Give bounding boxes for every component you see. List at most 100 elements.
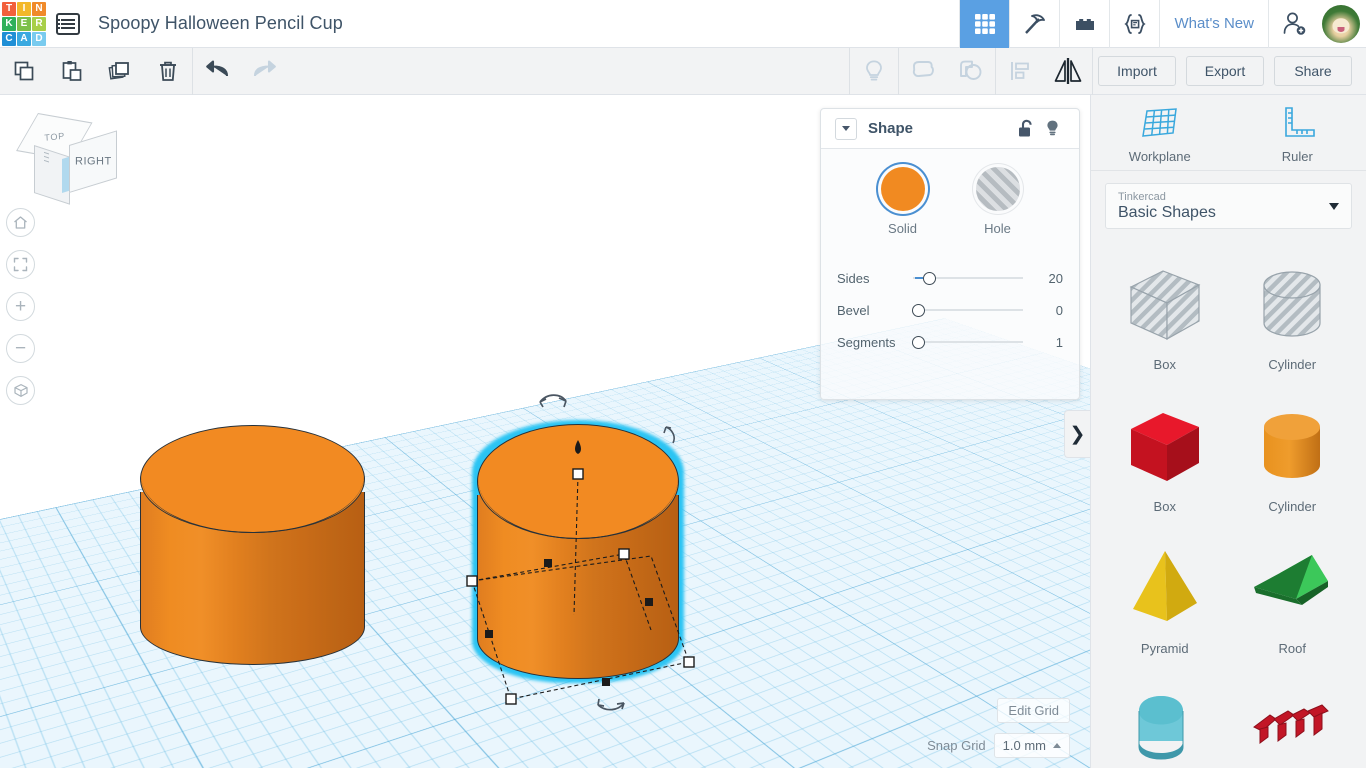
fit-to-view-button[interactable] (6, 250, 35, 279)
shape-label: Cylinder (1268, 499, 1317, 514)
shape-panel-title: Shape (868, 120, 914, 137)
shape-cylinder-orange[interactable]: Cylinder (1229, 391, 1357, 529)
cylinder-top-face (140, 425, 365, 533)
cylinder-selected[interactable] (472, 420, 684, 683)
shape-library-select[interactable]: Tinkercad Basic Shapes (1105, 183, 1352, 229)
list-menu-icon (56, 12, 80, 35)
shape-label: Pyramid (1140, 641, 1189, 656)
fit-view-icon (13, 257, 28, 272)
sidebar-divider (1091, 170, 1366, 171)
bevel-slider[interactable]: Bevel 0 (837, 294, 1063, 326)
mirror-button[interactable] (1044, 48, 1092, 95)
segments-track[interactable] (912, 334, 1029, 350)
paste-button[interactable] (48, 48, 96, 95)
shape-dome[interactable] (1101, 675, 1229, 768)
segments-label: Segments (837, 334, 896, 350)
home-view-button[interactable] (6, 208, 35, 237)
shape-pyramid[interactable]: Pyramid (1101, 533, 1229, 671)
undo-button[interactable] (193, 48, 241, 95)
design-tool-button[interactable] (959, 0, 1010, 48)
shape-text[interactable] (1229, 675, 1357, 768)
sides-track[interactable] (913, 270, 1029, 286)
home-icon (14, 216, 27, 229)
solid-swatch[interactable]: Solid (880, 167, 925, 236)
sides-slider[interactable]: Sides 20 (837, 262, 1063, 294)
copy-button[interactable] (0, 48, 48, 95)
logo-tile-e: E (17, 16, 31, 31)
import-button[interactable]: Import (1098, 56, 1176, 86)
lightbulb-icon (1046, 120, 1058, 136)
design-grid-icon (974, 13, 995, 34)
text-shape-icon (1253, 704, 1330, 744)
logo-tile-n: N (32, 1, 46, 16)
perspective-toggle-button[interactable] (6, 376, 35, 405)
align-icon (1011, 62, 1029, 80)
redo-button (241, 48, 289, 95)
bricks-tool-button[interactable] (1059, 0, 1109, 48)
logo-tile-c: C (2, 31, 16, 46)
shape-light-button[interactable] (1039, 116, 1065, 142)
invite-people-button[interactable] (1268, 0, 1318, 48)
zoom-out-button[interactable]: − (6, 334, 35, 363)
cylinder-unselected[interactable] (140, 425, 365, 665)
whats-new-link[interactable]: What's New (1159, 0, 1268, 48)
shape-box-hole[interactable]: Box (1101, 249, 1229, 387)
ruler-label: Ruler (1281, 149, 1313, 164)
ungroup-button (947, 48, 995, 95)
zoom-in-button[interactable]: + (6, 292, 35, 321)
logo-tile-r: R (32, 16, 46, 31)
box-solid-icon (1130, 413, 1199, 481)
sides-knob[interactable] (923, 271, 936, 285)
bevel-knob[interactable] (912, 303, 925, 317)
undo-icon (206, 60, 229, 77)
workplane-tool[interactable]: Workplane (1091, 105, 1229, 170)
redo-icon (253, 60, 276, 77)
sidebar-tools: Workplane Ruler (1091, 95, 1366, 170)
snap-grid-label: Snap Grid (927, 738, 986, 753)
hole-label: Hole (984, 221, 1011, 236)
shape-panel-collapse-button[interactable] (835, 117, 857, 140)
snap-grid-select[interactable]: 1.0 mm (993, 733, 1070, 758)
view-cube[interactable]: TOP RIGHT (16, 113, 117, 205)
bevel-value: 0 (1055, 302, 1063, 318)
lightbulb-icon (866, 60, 882, 81)
chevron-down-icon (1329, 202, 1339, 210)
ruler-tool[interactable]: Ruler (1229, 105, 1366, 170)
snap-grid-control: Snap Grid 1.0 mm (927, 733, 1070, 758)
copy-icon (14, 61, 34, 81)
logo-tile-k: K (2, 16, 16, 31)
edit-grid-button[interactable]: Edit Grid (997, 698, 1070, 723)
shape-roof[interactable]: Roof (1229, 533, 1357, 671)
shape-panel-body: Solid Hole Sides 20 Bevel 0 Segments 1 (821, 149, 1079, 358)
segments-knob[interactable] (912, 335, 925, 349)
shape-label: Cylinder (1268, 357, 1317, 372)
export-button[interactable]: Export (1186, 56, 1264, 86)
ungroup-icon (960, 60, 982, 80)
pickaxe-icon (1025, 13, 1045, 34)
logo-tile-i: I (17, 1, 31, 16)
shape-box-red[interactable]: Box (1101, 391, 1229, 529)
codeblocks-tool-button[interactable] (1109, 0, 1159, 48)
group-button (899, 48, 947, 95)
share-button[interactable]: Share (1274, 56, 1352, 86)
codeblocks-icon (1124, 13, 1146, 34)
tinkercad-logo[interactable]: T I N K E R C A D (0, 0, 46, 48)
project-menu-button[interactable] (46, 0, 90, 48)
top-header-bar: T I N K E R C A D Spoopy Halloween Penci… (0, 0, 1366, 48)
delete-button[interactable] (144, 48, 192, 95)
box-hole-icon (1129, 270, 1201, 341)
ruler-icon (1285, 107, 1316, 137)
lock-toggle-button[interactable] (1013, 116, 1039, 142)
build-tool-button[interactable] (1009, 0, 1059, 48)
bevel-track[interactable] (912, 302, 1029, 318)
avatar[interactable] (1322, 4, 1360, 43)
segments-slider[interactable]: Segments 1 (837, 326, 1063, 358)
shapes-sidebar[interactable]: Workplane Ruler Tinkercad Basic Shapes B… (1090, 95, 1366, 768)
hole-swatch[interactable]: Hole (975, 167, 1020, 236)
page-title: Spoopy Halloween Pencil Cup (98, 13, 343, 33)
shape-cylinder-hole[interactable]: Cylinder (1229, 249, 1357, 387)
shape-inspector-panel[interactable]: Shape Solid Hole Sides 20 Bevel 0 Segmen… (820, 108, 1080, 400)
shape-label: Box (1153, 499, 1176, 514)
sidebar-collapse-button[interactable]: ❯ (1064, 410, 1090, 458)
duplicate-button[interactable] (96, 48, 144, 95)
